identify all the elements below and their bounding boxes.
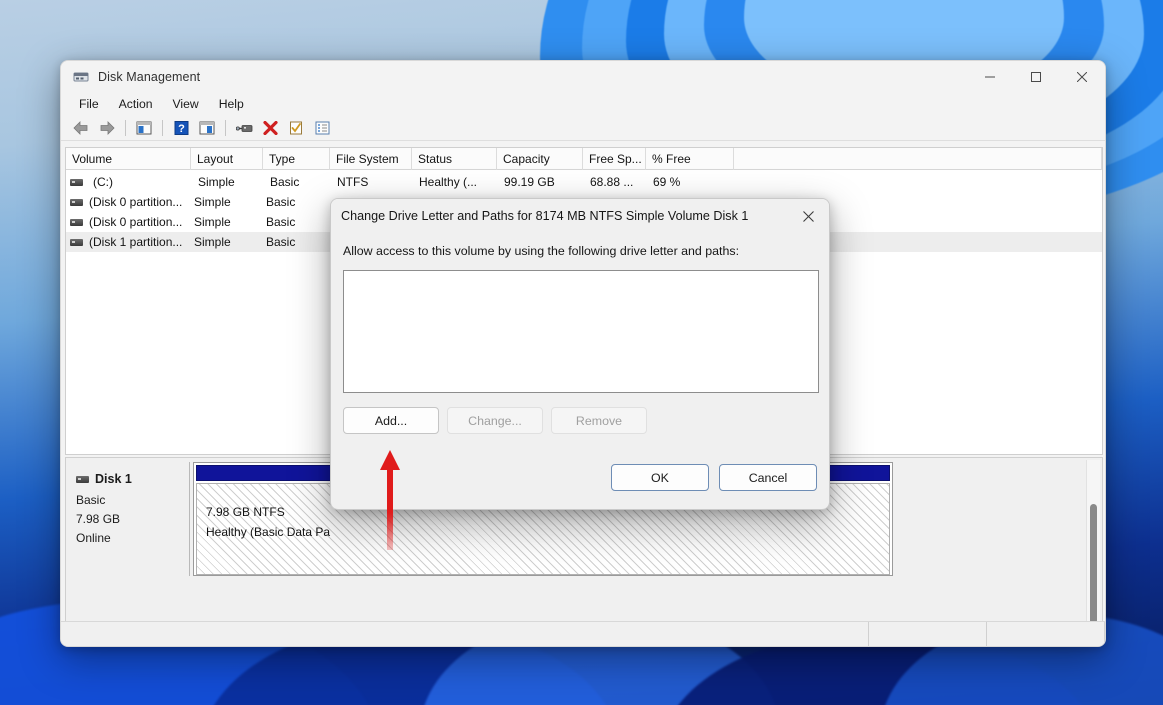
window-title: Disk Management [98, 70, 201, 84]
svg-text:?: ? [178, 123, 185, 135]
cell-layout: Simple [194, 235, 231, 249]
show-hide-action-pane-icon[interactable] [195, 117, 219, 139]
dialog-confirm-buttons: OK Cancel [611, 464, 817, 491]
cell-status: Healthy (... [419, 175, 478, 189]
status-bar-panel-1 [869, 622, 987, 646]
change-button: Change... [447, 407, 543, 434]
drive-paths-listbox[interactable] [343, 270, 819, 393]
toolbar-separator [162, 119, 163, 136]
window-controls [967, 61, 1105, 93]
column-header-percent-free[interactable]: % Free [646, 148, 734, 170]
disk-icon [76, 475, 89, 483]
cell-type: Basic [270, 175, 300, 189]
cell-volume: (Disk 0 partition... [89, 195, 183, 209]
dialog-close-icon[interactable] [787, 199, 829, 233]
delete-icon[interactable] [258, 117, 282, 139]
disk-management-icon [73, 69, 89, 85]
rescan-disks-icon[interactable] [232, 117, 256, 139]
cell-free-space: 68.88 ... [590, 175, 634, 189]
cell-capacity: 99.19 GB [504, 175, 555, 189]
disk-info-block[interactable]: Disk 1 Basic 7.98 GB Online [68, 462, 190, 576]
disk-status: Online [76, 531, 111, 545]
menu-file[interactable]: File [69, 95, 109, 113]
disk-title-line: Disk 1 [76, 472, 189, 486]
menu-help[interactable]: Help [209, 95, 254, 113]
volume-icon [70, 198, 83, 206]
cancel-button[interactable]: Cancel [719, 464, 817, 491]
status-bar-panel-2 [987, 622, 1105, 646]
back-icon[interactable] [69, 117, 93, 139]
forward-icon[interactable] [95, 117, 119, 139]
dialog-titlebar: Change Drive Letter and Paths for 8174 M… [331, 199, 829, 233]
list-view-icon[interactable] [310, 117, 334, 139]
dialog-title: Change Drive Letter and Paths for 8174 M… [341, 209, 749, 223]
column-header-capacity[interactable]: Capacity [497, 148, 583, 170]
dialog-action-buttons: Add... Change... Remove [343, 407, 829, 434]
cell-layout: Simple [194, 215, 231, 229]
dialog-description: Allow access to this volume by using the… [343, 244, 740, 258]
desktop: Disk Management File Action View Help ? … [0, 0, 1163, 705]
menu-view[interactable]: View [163, 95, 209, 113]
column-header-file-system[interactable]: File System [330, 148, 412, 170]
table-row[interactable]: (C:) Simple Basic NTFS Healthy (... 99.1… [66, 172, 1102, 192]
change-drive-letter-dialog: Change Drive Letter and Paths for 8174 M… [330, 198, 830, 510]
volume-icon [70, 238, 83, 246]
menu-bar: File Action View Help [61, 93, 1105, 115]
toolbar: ? [61, 115, 1105, 141]
toolbar-separator [225, 119, 226, 136]
column-header-layout[interactable]: Layout [191, 148, 263, 170]
remove-button: Remove [551, 407, 647, 434]
properties-icon[interactable] [284, 117, 308, 139]
status-bar [61, 621, 1105, 646]
disk-size: 7.98 GB [76, 512, 121, 526]
cell-type: Basic [266, 215, 296, 229]
column-header-type[interactable]: Type [263, 148, 330, 170]
disk-type: Basic [76, 493, 106, 507]
cell-percent-free: 69 % [653, 175, 681, 189]
close-button[interactable] [1059, 61, 1105, 93]
cell-layout: Simple [194, 195, 231, 209]
status-bar-message [61, 622, 869, 646]
disk-name: Disk 1 [95, 472, 132, 486]
show-hide-console-tree-icon[interactable] [132, 117, 156, 139]
minimize-button[interactable] [967, 61, 1013, 93]
scrollbar-thumb[interactable] [1090, 504, 1097, 624]
window-titlebar: Disk Management [61, 61, 1105, 93]
menu-action[interactable]: Action [109, 95, 163, 113]
column-header-free-space[interactable]: Free Sp... [583, 148, 646, 170]
volume-icon [70, 218, 83, 226]
cell-file-system: NTFS [337, 175, 369, 189]
cell-volume: (C:) [93, 175, 113, 189]
toolbar-separator [125, 119, 126, 136]
cell-layout: Simple [198, 175, 235, 189]
partition-status: Healthy (Basic Data Pa [206, 525, 331, 539]
ok-button[interactable]: OK [611, 464, 709, 491]
column-header-status[interactable]: Status [412, 148, 497, 170]
help-icon[interactable]: ? [169, 117, 193, 139]
cell-type: Basic [266, 195, 296, 209]
cell-volume: (Disk 0 partition... [89, 215, 183, 229]
volume-icon [70, 178, 83, 186]
column-header-volume[interactable]: Volume [66, 148, 191, 170]
cell-type: Basic [266, 235, 296, 249]
maximize-button[interactable] [1013, 61, 1059, 93]
add-button[interactable]: Add... [343, 407, 439, 434]
volume-list-header: Volume Layout Type File System Status Ca… [66, 148, 1102, 170]
disk-pane-scrollbar[interactable] [1086, 460, 1100, 646]
cell-volume: (Disk 1 partition... [89, 235, 183, 249]
column-header-blank[interactable] [734, 148, 1102, 170]
